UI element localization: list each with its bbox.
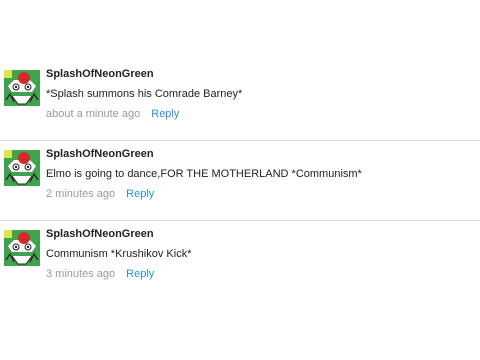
comment-text: Elmo is going to dance,FOR THE MOTHERLAN… <box>46 168 362 180</box>
comment-item: SplashOfNeonGreen Elmo is going to dance… <box>0 142 480 222</box>
comment-timestamp: 3 minutes ago <box>46 268 116 280</box>
comment-text: *Splash summons his Comrade Barney* <box>46 88 243 100</box>
user-avatar[interactable] <box>4 70 40 106</box>
reply-link[interactable]: Reply <box>126 188 154 200</box>
comment-meta: 2 minutes ago Reply <box>46 188 154 200</box>
comment-item: SplashOfNeonGreen *Splash summons his Co… <box>0 62 480 142</box>
comment-text: Communism *Krushikov Kick* <box>46 248 192 260</box>
comment-username[interactable]: SplashOfNeonGreen <box>46 68 154 80</box>
comment-timestamp: 2 minutes ago <box>46 188 116 200</box>
monster-avatar-icon <box>4 230 40 266</box>
user-avatar[interactable] <box>4 230 40 266</box>
comment-meta: 3 minutes ago Reply <box>46 268 154 280</box>
user-avatar[interactable] <box>4 150 40 186</box>
comment-username[interactable]: SplashOfNeonGreen <box>46 228 154 240</box>
comment-divider <box>0 220 480 221</box>
comment-feed: SplashOfNeonGreen *Splash summons his Co… <box>0 0 480 360</box>
comment-username[interactable]: SplashOfNeonGreen <box>46 148 154 160</box>
monster-avatar-icon <box>4 70 40 106</box>
comment-timestamp: about a minute ago <box>46 108 141 120</box>
reply-link[interactable]: Reply <box>126 268 154 280</box>
reply-link[interactable]: Reply <box>151 108 179 120</box>
comment-divider <box>0 140 480 141</box>
comment-meta: about a minute ago Reply <box>46 108 179 120</box>
monster-avatar-icon <box>4 150 40 186</box>
comment-item: SplashOfNeonGreen Communism *Krushikov K… <box>0 222 480 302</box>
